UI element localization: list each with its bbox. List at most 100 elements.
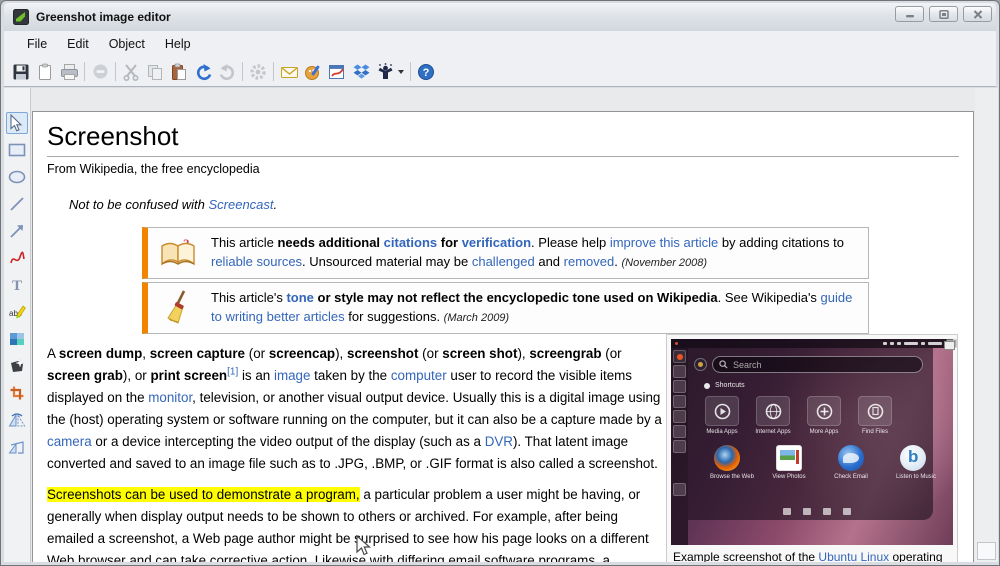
wiki-link[interactable]: verification	[462, 235, 531, 250]
menu-edit[interactable]: Edit	[57, 33, 99, 55]
editor-canvas[interactable]: Screenshot From Wikipedia, the free ency…	[31, 88, 998, 562]
wiki-link[interactable]: DVR	[485, 434, 513, 449]
book-question-icon: ?	[157, 236, 201, 270]
ubuntu-thumbnail[interactable]: Search Shortcuts Media Apps Internet App…	[666, 334, 958, 562]
enlarge-icon[interactable]	[944, 341, 955, 350]
tone-notice-text: This article's tone or style may not ref…	[211, 288, 859, 328]
text-segment: . Please help	[531, 235, 610, 250]
menu-file[interactable]: File	[17, 33, 57, 55]
wiki-link[interactable]: challenged	[472, 254, 535, 269]
wiki-link[interactable]: camera	[47, 434, 92, 449]
wiki-link[interactable]: improve this article	[610, 235, 718, 250]
highlight-tool[interactable]: abc	[6, 301, 28, 323]
text-segment: screencap	[268, 346, 336, 361]
wiki-link[interactable]: monitor	[148, 390, 192, 405]
music-icon	[843, 508, 851, 515]
greenshot-window: Greenshot image editor File Edit Object …	[0, 0, 1000, 566]
dropbox-icon[interactable]	[349, 60, 373, 84]
settings-icon[interactable]	[246, 60, 270, 84]
text-tool[interactable]: T	[6, 274, 28, 296]
search-placeholder: Search	[733, 359, 762, 370]
ubuntu-status-icons	[883, 342, 949, 345]
text-segment: print screen	[150, 368, 228, 383]
wiki-link[interactable]: computer	[391, 368, 447, 383]
crop-tool[interactable]	[6, 382, 28, 404]
maximize-button[interactable]	[929, 6, 958, 22]
effects-tool[interactable]	[6, 355, 28, 377]
wiki-link[interactable]: tone	[286, 290, 313, 305]
text-segment: operating	[889, 550, 943, 562]
paste-icon[interactable]	[167, 60, 191, 84]
text-segment: ,	[142, 346, 150, 361]
vertical-scrollbar[interactable]	[975, 88, 998, 562]
delete-icon[interactable]	[88, 60, 112, 84]
dash-bottom-icons	[783, 508, 851, 515]
text-segment: Not to be confused with	[69, 197, 209, 212]
freehand-tool[interactable]	[6, 247, 28, 269]
rectangle-tool[interactable]	[6, 139, 28, 161]
ubuntu-topbar	[671, 339, 953, 348]
app-thunderbird: Check Email	[834, 445, 868, 480]
dropdown-arrow-icon[interactable]	[398, 69, 404, 74]
wiki-link[interactable]: Screenshots can be used to demonstrate a…	[47, 487, 360, 502]
window-title: Greenshot image editor	[36, 10, 171, 24]
minimize-button[interactable]	[895, 6, 924, 22]
wiki-link[interactable]: image	[274, 368, 310, 383]
wiki-link[interactable]: citations	[384, 235, 437, 250]
copy-icon[interactable]	[143, 60, 167, 84]
copy-to-clipboard-icon[interactable]	[33, 60, 57, 84]
text-segment: A	[47, 346, 59, 361]
email-icon[interactable]	[277, 60, 301, 84]
text-segment: is an	[238, 368, 274, 383]
citations-notice-text: This article needs additional citations …	[211, 233, 859, 273]
scrollbar-corner[interactable]	[977, 542, 996, 560]
cursor-tool[interactable]	[6, 112, 28, 134]
text-segment: ),	[335, 346, 347, 361]
toolbar-separator	[115, 62, 116, 81]
ubuntu-logo-icon	[673, 350, 686, 363]
rotate-ccw-tool[interactable]	[6, 409, 28, 431]
text-segment: screen shot	[442, 346, 518, 361]
rotate-cw-tool[interactable]	[6, 436, 28, 458]
wiki-link[interactable]: reliable sources	[211, 254, 302, 269]
upload-plugin-icon[interactable]	[373, 60, 397, 84]
article-body: A screen dump, screen capture (or screen…	[47, 343, 663, 562]
undo-icon[interactable]	[191, 60, 215, 84]
article-title: Screenshot	[47, 120, 959, 157]
dash-apps: Browse the Web View Photos Check Email b…	[710, 445, 936, 480]
text-segment: This article	[211, 235, 278, 250]
captured-screenshot-document: Screenshot From Wikipedia, the free ency…	[32, 111, 974, 562]
arrow-tool[interactable]	[6, 220, 28, 242]
text-segment: for	[437, 235, 462, 250]
shortcuts-row: Shortcuts	[704, 382, 933, 389]
wiki-link[interactable]: [1]	[227, 367, 238, 378]
help-icon[interactable]: ?	[414, 60, 438, 84]
tool-sidebar: T abc	[4, 88, 31, 562]
menu-help[interactable]: Help	[155, 33, 201, 55]
print-icon[interactable]	[57, 60, 81, 84]
find-files-icon	[867, 403, 883, 419]
menu-object[interactable]: Object	[99, 33, 155, 55]
line-tool[interactable]	[6, 193, 28, 215]
cut-icon[interactable]	[119, 60, 143, 84]
dash-home-button	[694, 358, 707, 371]
open-in-editor-icon[interactable]	[325, 60, 349, 84]
app-firefox: Browse the Web	[710, 445, 754, 480]
wiki-link[interactable]: Ubuntu Linux	[818, 550, 889, 562]
dash-search-field: Search	[712, 356, 923, 373]
search-icon	[719, 360, 728, 369]
wiki-link[interactable]: removed	[564, 254, 615, 269]
ubuntu-dash-image: Search Shortcuts Media Apps Internet App…	[671, 339, 953, 545]
ellipse-tool[interactable]	[6, 166, 28, 188]
text-segment: (or	[245, 346, 269, 361]
redo-icon[interactable]	[215, 60, 239, 84]
close-button[interactable]	[963, 6, 992, 22]
save-icon[interactable]	[9, 60, 33, 84]
svg-text:?: ?	[423, 67, 430, 79]
titlebar[interactable]: Greenshot image editor	[4, 3, 996, 31]
wiki-link[interactable]: Screencast	[208, 197, 273, 212]
text-segment: taken by the	[310, 368, 391, 383]
banshee-icon	[900, 445, 926, 471]
obfuscate-tool[interactable]	[6, 328, 28, 350]
open-in-paint-icon[interactable]	[301, 60, 325, 84]
